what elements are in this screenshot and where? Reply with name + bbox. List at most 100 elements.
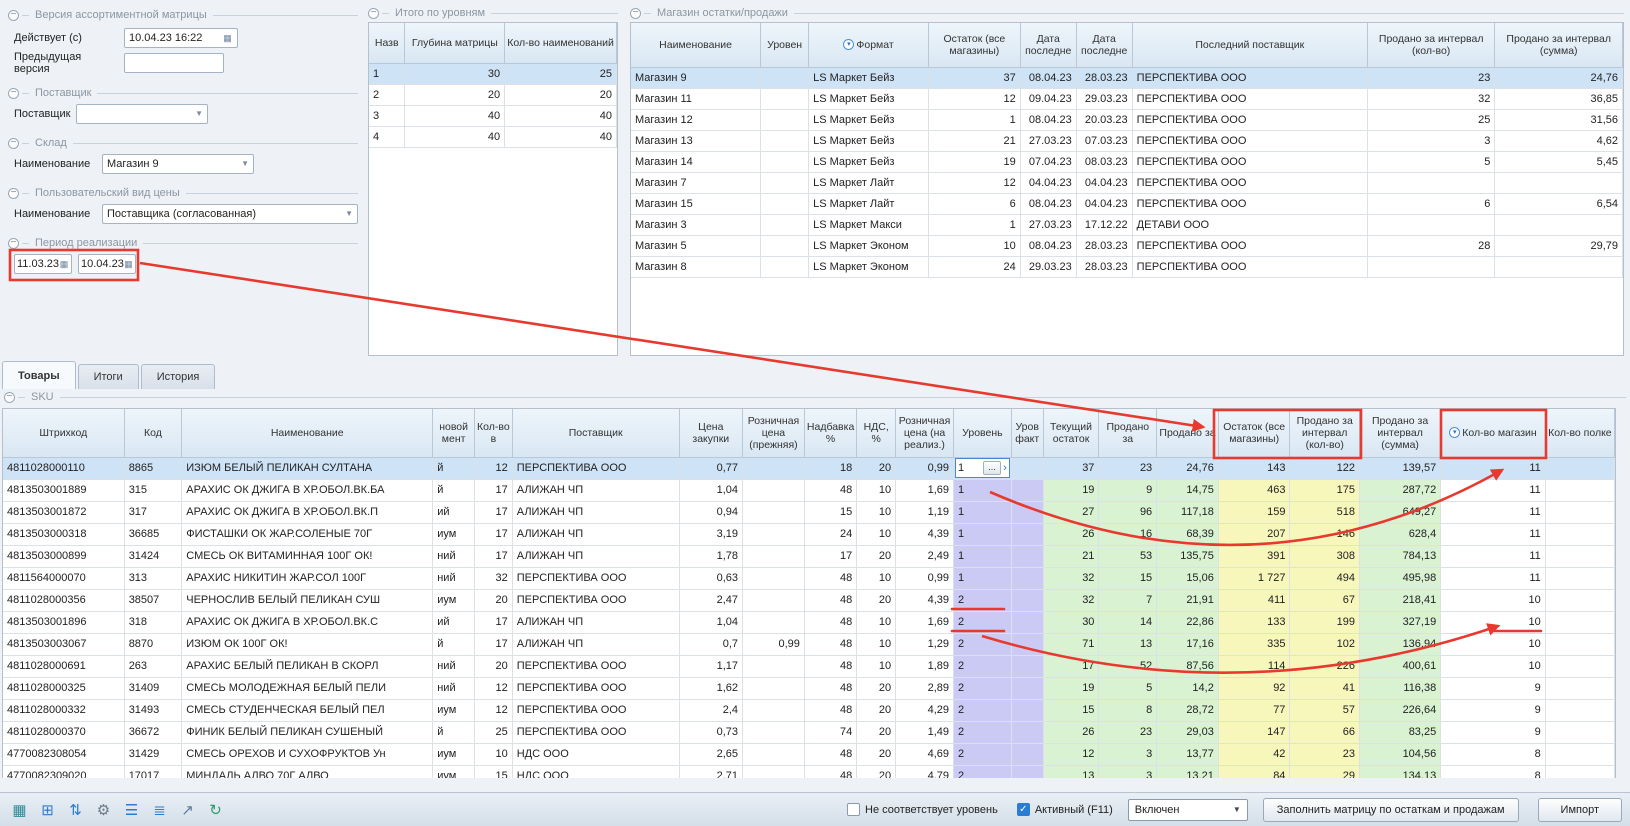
table-row[interactable]: 4811564000070313АРАХИС НИКИТИН ЖАР.СОЛ 1…	[3, 567, 1615, 589]
table-row[interactable]: Магазин 12LS Маркет Бейз108.04.2320.03.2…	[631, 109, 1623, 130]
column-header[interactable]: ▾Формат	[809, 23, 929, 67]
cell[interactable]	[761, 172, 809, 193]
cell[interactable]: 10	[928, 235, 1020, 256]
cell[interactable]	[1545, 633, 1614, 655]
cell[interactable]: 74	[804, 721, 856, 743]
cell[interactable]: 66	[1290, 721, 1360, 743]
cell[interactable]: 20	[857, 743, 896, 765]
cell[interactable]: 48	[804, 677, 856, 699]
cell[interactable]	[1011, 633, 1043, 655]
cell[interactable]: 48	[804, 699, 856, 721]
cell[interactable]: 4770082309020	[3, 765, 124, 778]
cell[interactable]: 21,91	[1157, 589, 1219, 611]
cell[interactable]: 15	[804, 501, 856, 523]
cell[interactable]: 17	[1043, 655, 1099, 677]
cell[interactable]: 20	[857, 677, 896, 699]
cell[interactable]: 327,19	[1359, 611, 1440, 633]
cell[interactable]: 23	[1099, 457, 1157, 479]
cell[interactable]: 14,2	[1157, 677, 1219, 699]
cell[interactable]: 48	[804, 765, 856, 778]
cell[interactable]: 40	[405, 126, 505, 147]
column-header[interactable]: Штрихкод	[3, 409, 124, 457]
cell[interactable]: 08.04.23	[1020, 67, 1076, 88]
numbered-list-icon[interactable]: ☰	[120, 798, 143, 821]
cell[interactable]: й	[433, 479, 475, 501]
prev-version-input[interactable]	[124, 53, 224, 73]
cell[interactable]: 20	[475, 655, 513, 677]
cell[interactable]	[1545, 501, 1614, 523]
cell[interactable]: 1,62	[679, 677, 742, 699]
cell[interactable]: ний	[433, 655, 475, 677]
cell[interactable]	[1545, 677, 1614, 699]
table-row[interactable]: 481350300089931424СМЕСЬ ОК ВИТАМИННАЯ 10…	[3, 545, 1615, 567]
cell[interactable]: 226	[1290, 655, 1360, 677]
column-header[interactable]: Наименование	[631, 23, 761, 67]
cell[interactable]	[1011, 655, 1043, 677]
cell[interactable]: 9	[1099, 479, 1157, 501]
cell[interactable]: 14,75	[1157, 479, 1219, 501]
cell[interactable]: 4811564000070	[3, 567, 124, 589]
cell[interactable]: ПЕРСПЕКТИВА ООО	[512, 655, 679, 677]
cell[interactable]: 07.03.23	[1076, 130, 1132, 151]
cell[interactable]: ПЕРСПЕКТИВА ООО	[1132, 172, 1367, 193]
cell[interactable]: 26	[1043, 523, 1099, 545]
cell[interactable]: 32	[475, 567, 513, 589]
cell[interactable]: СМЕСЬ ОК ВИТАМИННАЯ 100Г ОК!	[182, 545, 433, 567]
table-row[interactable]: Магазин 14LS Маркет Бейз1907.04.2308.03.…	[631, 151, 1623, 172]
cell[interactable]: 31409	[124, 677, 182, 699]
cell[interactable]	[1545, 457, 1614, 479]
cell[interactable]: 10	[857, 633, 896, 655]
cell[interactable]: 37	[1043, 457, 1099, 479]
cell[interactable]: 10	[1441, 633, 1546, 655]
cell[interactable]: ий	[433, 501, 475, 523]
cell[interactable]: 20	[475, 589, 513, 611]
cell[interactable]: 6,54	[1495, 193, 1623, 214]
cell[interactable]	[743, 567, 805, 589]
cell[interactable]: Магазин 13	[631, 130, 761, 151]
cell[interactable]: ПЕРСПЕКТИВА ООО	[1132, 88, 1367, 109]
cell[interactable]: 20	[857, 589, 896, 611]
cell[interactable]: НДС ООО	[512, 743, 679, 765]
cell[interactable]: 17	[475, 501, 513, 523]
cell[interactable]: 2,47	[679, 589, 742, 611]
cell[interactable]: 391	[1218, 545, 1290, 567]
cell[interactable]: 11	[1441, 501, 1546, 523]
cell[interactable]	[1545, 523, 1614, 545]
column-header[interactable]: Уров факт	[1011, 409, 1043, 457]
cell[interactable]: 1	[954, 501, 1012, 523]
cell[interactable]: 42	[1218, 743, 1290, 765]
column-header[interactable]: НДС, %	[857, 409, 896, 457]
cell[interactable]: 07.04.23	[1020, 151, 1076, 172]
cell[interactable]: 5	[1367, 151, 1495, 172]
cell[interactable]: 122	[1290, 457, 1360, 479]
cell[interactable]	[761, 109, 809, 130]
cell[interactable]	[761, 151, 809, 172]
cell[interactable]: 24,76	[1495, 67, 1623, 88]
cell[interactable]: Магазин 11	[631, 88, 761, 109]
cell[interactable]: 08.04.23	[1020, 109, 1076, 130]
table-row[interactable]: 481102800035638507ЧЕРНОСЛИВ БЕЛЫЙ ПЕЛИКА…	[3, 589, 1615, 611]
cell[interactable]: 48	[804, 479, 856, 501]
cell[interactable]: 139,57	[1359, 457, 1440, 479]
cell[interactable]: 463	[1218, 479, 1290, 501]
cell[interactable]	[761, 214, 809, 235]
cell[interactable]: LS Маркет Бейз	[809, 88, 929, 109]
cell[interactable]: 0,94	[679, 501, 742, 523]
cell[interactable]: 2,89	[896, 677, 954, 699]
cell[interactable]: ий	[433, 611, 475, 633]
cell[interactable]: 207	[1218, 523, 1290, 545]
table-row[interactable]: 481102800032531409СМЕСЬ МОЛОДЕЖНАЯ БЕЛЫЙ…	[3, 677, 1615, 699]
cell[interactable]: 4811028000370	[3, 721, 124, 743]
cell[interactable]: АРАХИС НИКИТИН ЖАР.СОЛ 100Г	[182, 567, 433, 589]
cell[interactable]: Магазин 15	[631, 193, 761, 214]
collapse-icon[interactable]: −	[8, 238, 19, 249]
cell[interactable]: 1	[954, 479, 1012, 501]
cell[interactable]: 13	[1043, 765, 1099, 778]
cell[interactable]: 48	[804, 633, 856, 655]
column-header[interactable]: Остаток (все магазины)	[1218, 409, 1290, 457]
cell[interactable]: LS Маркет Бейз	[809, 130, 929, 151]
cell[interactable]: 41	[1290, 677, 1360, 699]
cell[interactable]	[743, 501, 805, 523]
cell[interactable]: 27.03.23	[1020, 130, 1076, 151]
table-row[interactable]: Магазин 3LS Маркет Макси127.03.2317.12.2…	[631, 214, 1623, 235]
